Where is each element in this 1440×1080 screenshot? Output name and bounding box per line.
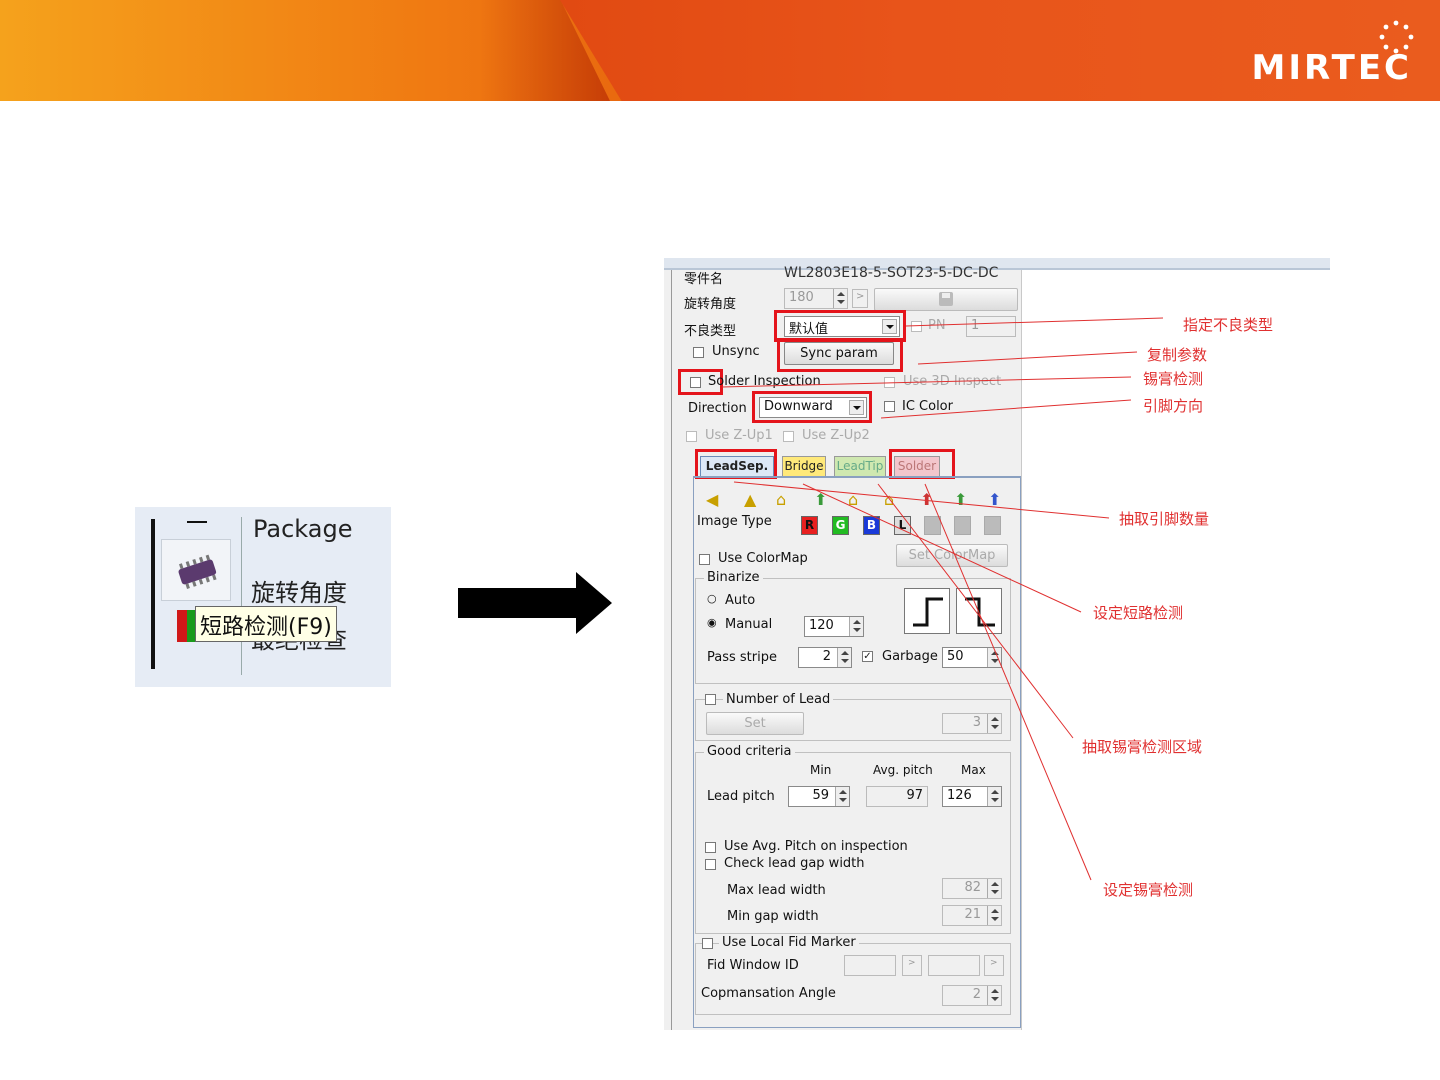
annotation-set-short-check: 设定短路检测 — [1093, 604, 1184, 622]
leader-solder-check — [721, 376, 1132, 388]
annotation-copy-param: 复制参数 — [1147, 346, 1208, 364]
annotation-defect-type: 指定不良类型 — [1183, 316, 1274, 334]
tooltip-short-check: 短路检测(F9) — [195, 606, 337, 642]
annotation-extract-lead-count: 抽取引脚数量 — [1119, 510, 1210, 528]
leader-set-solder-check — [924, 483, 1092, 881]
leader-copy-param — [917, 351, 1138, 365]
leader-set-short-check — [802, 483, 1082, 613]
leader-extract-solder-area — [877, 483, 1074, 739]
leader-defect-type — [905, 317, 1164, 327]
annotation-set-solder-check: 设定锡膏检测 — [1103, 881, 1194, 899]
leader-extract-lead-count — [733, 481, 1110, 519]
leader-lead-direction — [880, 399, 1132, 419]
annotation-solder-check: 锡膏检测 — [1143, 370, 1204, 388]
annotation-extract-solder-area: 抽取锡膏检测区域 — [1082, 738, 1203, 756]
annotation-lead-direction: 引脚方向 — [1143, 397, 1204, 415]
annotation-leader-lines — [721, 317, 1164, 881]
